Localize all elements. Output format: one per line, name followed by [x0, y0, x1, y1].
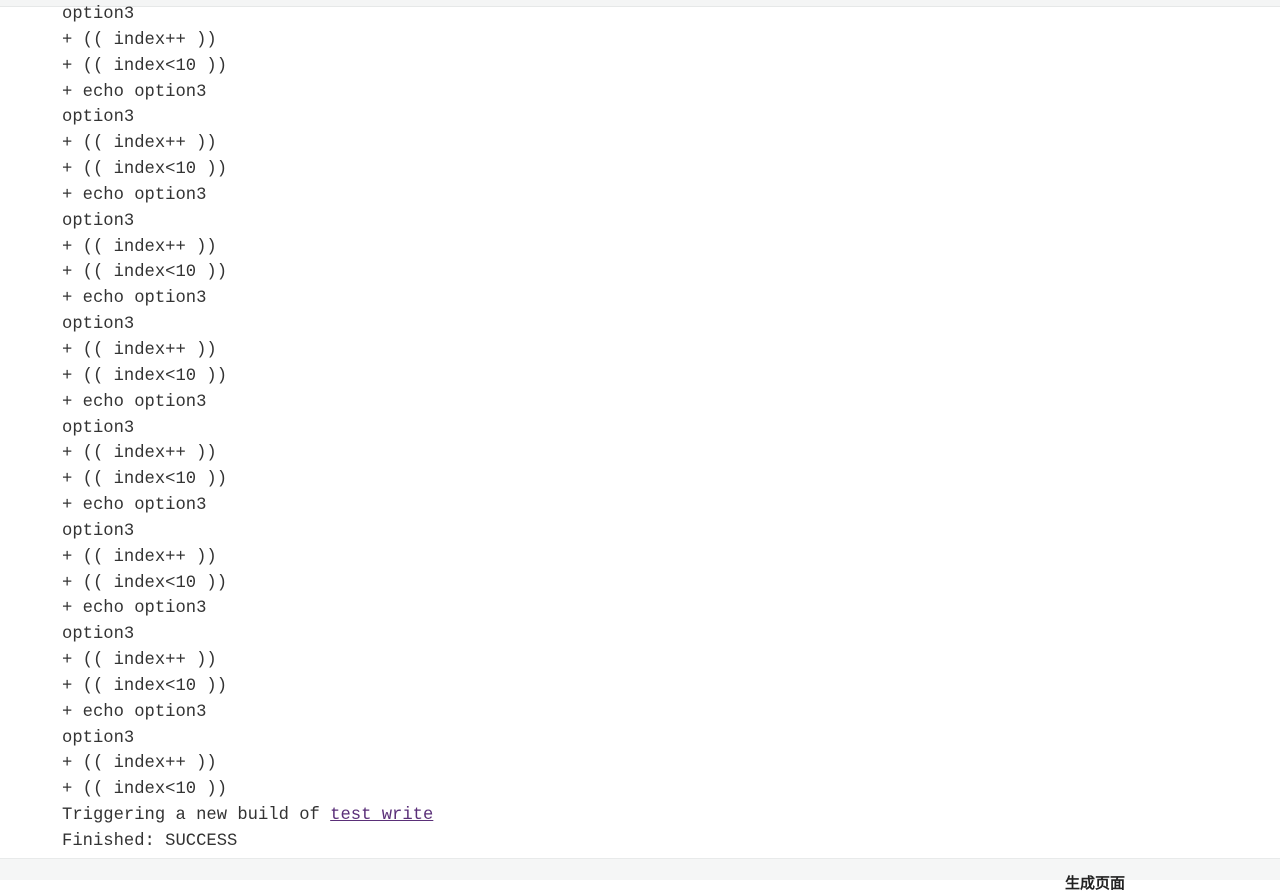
console-line: + (( index<10 )) — [62, 780, 228, 800]
console-line: + echo option3 — [62, 496, 207, 516]
console-line: + (( index++ )) — [62, 134, 217, 154]
console-line: + (( index<10 )) — [62, 263, 228, 283]
console-line: + echo option3 — [62, 392, 207, 412]
console-line: option3 — [62, 728, 135, 748]
footer: 生成页面 — [0, 858, 1280, 892]
console-line: + (( index<10 )) — [62, 470, 228, 490]
trigger-text: Triggering a new build of — [62, 806, 331, 826]
console-line: + (( index<10 )) — [62, 366, 228, 386]
console-line: option3 — [62, 5, 135, 24]
console-line: + (( index<10 )) — [62, 160, 228, 180]
console-line: + (( index++ )) — [62, 651, 217, 671]
console-line: option3 — [62, 418, 135, 438]
console-line: + (( index++ )) — [62, 30, 217, 50]
console-line: + (( index<10 )) — [62, 676, 228, 696]
console-line: option3 — [62, 211, 135, 231]
finished-status: Finished: SUCCESS — [62, 832, 238, 851]
footer-generated-page-text: 生成页面 — [1065, 875, 1126, 892]
console-line: + (( index<10 )) — [62, 56, 228, 76]
console-line: option3 — [62, 521, 135, 541]
console-line: + (( index++ )) — [62, 237, 217, 257]
console-line: + (( index++ )) — [62, 340, 217, 360]
console-line: + echo option3 — [62, 82, 207, 102]
console-output: option3 + (( index++ )) + (( index<10 ))… — [62, 2, 433, 855]
console-line: + echo option3 — [62, 702, 207, 722]
test-write-link[interactable]: test_write — [330, 806, 433, 825]
console-line: + echo option3 — [62, 599, 207, 619]
console-line: option3 — [62, 625, 135, 645]
console-line: + (( index++ )) — [62, 754, 217, 774]
console-line: + (( index<10 )) — [62, 573, 228, 593]
console-line: + (( index++ )) — [62, 444, 217, 464]
console-line: option3 — [62, 108, 135, 128]
console-line: + echo option3 — [62, 289, 207, 309]
console-line: + echo option3 — [62, 185, 207, 205]
console-line: + (( index++ )) — [62, 547, 217, 567]
console-line: option3 — [62, 315, 135, 335]
